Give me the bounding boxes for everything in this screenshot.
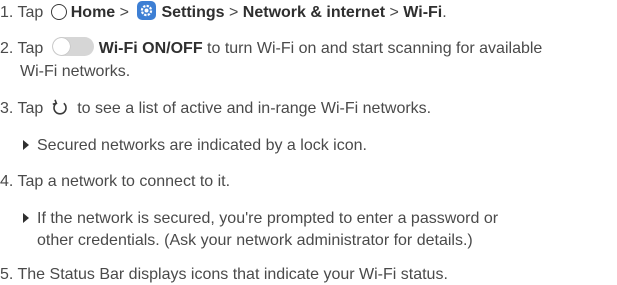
- step-4-text: 4. Tap a network to connect to it.: [0, 173, 231, 190]
- step-2-text: to turn Wi-Fi on and start scanning for …: [202, 40, 543, 57]
- step-4: 4. Tap a network to connect to it.: [0, 172, 230, 192]
- refresh-icon: [52, 98, 68, 116]
- toggle-switch-icon: [51, 37, 94, 57]
- gear-icon: [137, 1, 157, 21]
- triangle-bullet-icon: [23, 213, 29, 223]
- settings-label: Settings: [161, 4, 225, 21]
- step-3-text: to see a list of active and in-range Wi-…: [72, 100, 432, 117]
- separator: >: [385, 4, 404, 21]
- step-3-prefix: 3. Tap: [0, 100, 48, 117]
- step-2-prefix: 2. Tap: [0, 40, 48, 57]
- home-icon: [50, 3, 67, 20]
- home-label: Home: [70, 4, 116, 21]
- period: .: [442, 4, 447, 21]
- step-3: 3. Tap to see a list of active and in-ra…: [0, 99, 431, 119]
- step-5: 5. The Status Bar displays icons that in…: [0, 265, 448, 285]
- network-internet-label: Network & internet: [242, 4, 386, 21]
- toggle-knob: [52, 38, 70, 56]
- bullet-password-line2: other credentials. (Ask your network adm…: [37, 232, 473, 249]
- step-2-continued: Wi-Fi networks.: [20, 62, 130, 82]
- wifi-toggle-label: Wi-Fi ON/OFF: [98, 40, 203, 57]
- separator: >: [224, 4, 243, 21]
- bullet-password-continued: other credentials. (Ask your network adm…: [37, 231, 473, 251]
- triangle-bullet-icon: [23, 140, 29, 150]
- bullet-password-line1: If the network is secured, you're prompt…: [37, 210, 499, 227]
- step-2: 2. Tap Wi-Fi ON/OFF to turn Wi-Fi on and…: [0, 37, 543, 59]
- step-1: 1. Tap Home > Settings > Network & inter…: [0, 1, 447, 23]
- bullet-secured: Secured networks are indicated by a lock…: [23, 136, 367, 156]
- separator: >: [115, 4, 134, 21]
- step-1-prefix: 1. Tap: [0, 4, 48, 21]
- wifi-label: Wi-Fi: [403, 4, 443, 21]
- step-5-text: 5. The Status Bar displays icons that in…: [0, 266, 448, 283]
- bullet-password: If the network is secured, you're prompt…: [23, 209, 498, 229]
- step-2-cont-text: Wi-Fi networks.: [20, 63, 131, 80]
- bullet-secured-text: Secured networks are indicated by a lock…: [37, 137, 367, 154]
